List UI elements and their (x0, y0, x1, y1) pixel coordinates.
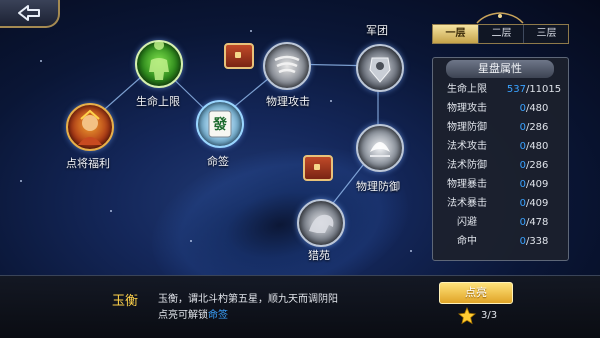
stat-label: 法术防御 (447, 160, 487, 171)
stat-label: 生命上限 (447, 84, 487, 95)
stat-max: /409 (525, 179, 549, 190)
stat-current: 537 (506, 84, 526, 95)
stat-row: 闪避 0/478 (432, 213, 567, 233)
armored-guard-icon (369, 57, 391, 83)
panel-title: 星盘属性 (446, 60, 554, 78)
node-label-physical-attack: 物理攻击 (266, 95, 310, 108)
star-icon (458, 307, 476, 325)
stat-row: 物理攻击 0/480 (432, 99, 567, 119)
stat-max: /11015 (525, 84, 562, 95)
node-label-liewan: 猎苑 (308, 249, 330, 262)
treasure-chest-icon[interactable] (224, 43, 254, 69)
node-label-hp-limit: 生命上限 (136, 95, 180, 108)
stat-max: /480 (525, 103, 549, 114)
stat-row: 命中 0/338 (432, 232, 567, 252)
treasure-chest-icon[interactable] (303, 155, 333, 181)
stat-label: 物理暴击 (447, 179, 487, 190)
stat-label: 法术暴击 (447, 198, 487, 209)
stat-label: 物理防御 (447, 122, 487, 133)
stat-row: 法术防御 0/286 (432, 156, 567, 176)
node-label-mingqian: 命签 (207, 155, 229, 168)
stat-label: 命中 (457, 236, 477, 247)
light-up-button[interactable]: 点亮 (439, 282, 513, 304)
node-label-juntuan: 军团 (366, 24, 388, 37)
tornado-slash-icon (274, 55, 300, 74)
unlock-hint: 点亮可解锁命签 (158, 306, 228, 321)
stat-max: /478 (525, 217, 549, 228)
stat-label: 物理攻击 (447, 103, 487, 114)
node-label-physical-defense: 物理防御 (356, 180, 400, 193)
ornament-crown-icon (476, 12, 524, 24)
stat-max: /286 (525, 160, 549, 171)
stat-label: 闪避 (457, 217, 477, 228)
stat-max: /480 (525, 141, 549, 152)
stat-label: 法术攻击 (447, 141, 487, 152)
tab-floor-1[interactable]: 一层 (433, 25, 478, 43)
stat-row: 生命上限 537/11015 (432, 80, 567, 100)
node-hp-limit[interactable] (135, 40, 183, 88)
node-physical-defense[interactable] (356, 124, 404, 172)
stat-row: 物理暴击 0/409 (432, 175, 567, 195)
strongman-icon (149, 42, 169, 80)
node-physical-attack[interactable] (263, 42, 311, 90)
spiral-shield-icon (370, 142, 390, 157)
unlock-prefix: 点亮可解锁 (158, 310, 208, 321)
stat-row: 物理防御 0/286 (432, 118, 567, 138)
unlock-target[interactable]: 命签 (208, 310, 228, 321)
stat-max: /409 (525, 198, 549, 209)
star-count: 3/3 (481, 310, 498, 321)
node-mingqian[interactable]: 發 (196, 100, 244, 148)
node-liewan[interactable] (297, 199, 345, 247)
stat-row: 法术攻击 0/480 (432, 137, 567, 157)
stat-row: 法术暴击 0/409 (432, 194, 567, 214)
star-name: 玉衡 (112, 294, 139, 309)
warrior-portrait-icon (78, 109, 102, 145)
mahjong-tile-glyph: 發 (213, 117, 227, 133)
floor-tabs: 一层 二层 三层 (432, 24, 569, 44)
stat-max: /286 (525, 122, 549, 133)
node-juntuan[interactable] (356, 44, 404, 92)
tab-floor-3[interactable]: 三层 (523, 25, 569, 43)
node-label-fuli: 点将福利 (66, 157, 110, 170)
node-fuli[interactable] (66, 103, 114, 151)
star-description: 玉衡，谓北斗杓第五星，顺九天而调阴阳 (158, 294, 338, 305)
beast-icon (309, 214, 334, 233)
tab-floor-2[interactable]: 二层 (478, 25, 524, 43)
stat-max: /338 (525, 236, 549, 247)
